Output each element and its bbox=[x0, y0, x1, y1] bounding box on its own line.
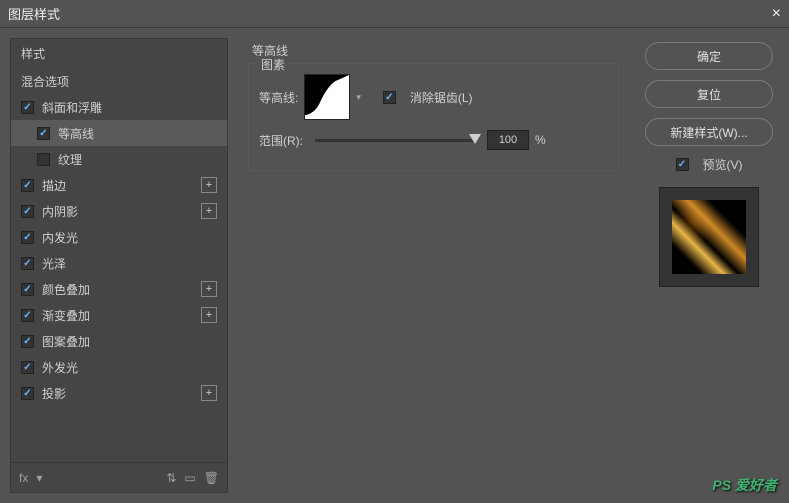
style-row-4[interactable]: 内阴影 + bbox=[11, 198, 227, 224]
trash-icon[interactable]: 🗑 bbox=[204, 471, 219, 485]
range-input[interactable] bbox=[487, 130, 529, 150]
fieldset-legend: 图素 bbox=[257, 56, 289, 73]
style-row-9[interactable]: 图案叠加 bbox=[11, 328, 227, 354]
style-row-8[interactable]: 渐变叠加 + bbox=[11, 302, 227, 328]
contour-chevron-icon[interactable]: ▾ bbox=[356, 92, 361, 103]
style-row-3[interactable]: 描边 + bbox=[11, 172, 227, 198]
blend-options-label: 混合选项 bbox=[21, 73, 69, 90]
elements-fieldset: 图素 等高线: ▾ 消除锯齿(L) 范围(R): % bbox=[248, 63, 619, 171]
preview-box bbox=[659, 187, 759, 287]
style-checkbox[interactable] bbox=[21, 361, 34, 374]
range-label: 范围(R): bbox=[259, 132, 303, 149]
add-effect-button[interactable]: + bbox=[201, 203, 217, 219]
add-effect-button[interactable]: + bbox=[201, 307, 217, 323]
close-icon[interactable]: × bbox=[772, 5, 781, 23]
styles-header: 样式 bbox=[11, 39, 227, 68]
watermark: PS 爱好者 bbox=[712, 475, 777, 495]
style-label: 描边 bbox=[42, 177, 66, 194]
style-row-2[interactable]: 纹理 bbox=[11, 146, 227, 172]
style-label: 光泽 bbox=[42, 255, 66, 272]
style-label: 斜面和浮雕 bbox=[42, 99, 102, 116]
style-checkbox[interactable] bbox=[21, 257, 34, 270]
style-row-6[interactable]: 光泽 bbox=[11, 250, 227, 276]
section-title: 等高线 bbox=[248, 42, 619, 59]
new-style-button[interactable]: 新建样式(W)... bbox=[645, 118, 773, 146]
style-label: 颜色叠加 bbox=[42, 281, 90, 298]
style-row-10[interactable]: 外发光 bbox=[11, 354, 227, 380]
antialias-checkbox[interactable] bbox=[383, 91, 396, 104]
preview-checkbox[interactable] bbox=[676, 158, 689, 171]
style-label: 纹理 bbox=[58, 151, 82, 168]
style-row-7[interactable]: 颜色叠加 + bbox=[11, 276, 227, 302]
center-panel: 等高线 图素 等高线: ▾ 消除锯齿(L) 范围(R): % bbox=[238, 38, 629, 493]
panel-footer: fx ▾ ⇅ ▭ 🗑 bbox=[11, 462, 227, 492]
range-slider[interactable] bbox=[315, 139, 475, 142]
style-label: 内阴影 bbox=[42, 203, 78, 220]
right-panel: 确定 复位 新建样式(W)... 预览(V) bbox=[639, 38, 779, 493]
style-checkbox[interactable] bbox=[21, 387, 34, 400]
style-row-0[interactable]: 斜面和浮雕 bbox=[11, 94, 227, 120]
fx-icon[interactable]: fx bbox=[19, 471, 28, 485]
style-label: 外发光 bbox=[42, 359, 78, 376]
style-label: 内发光 bbox=[42, 229, 78, 246]
antialias-label: 消除锯齿(L) bbox=[410, 89, 473, 106]
cancel-button[interactable]: 复位 bbox=[645, 80, 773, 108]
styles-panel: 样式 混合选项 斜面和浮雕等高线纹理描边 + 内阴影 + 内发光光泽颜色叠加 + 渐变叠加 +… bbox=[10, 38, 228, 493]
style-list: 斜面和浮雕等高线纹理描边 + 内阴影 + 内发光光泽颜色叠加 + 渐变叠加 + 图案叠加外发光投… bbox=[11, 94, 227, 462]
style-checkbox[interactable] bbox=[21, 231, 34, 244]
style-checkbox[interactable] bbox=[21, 101, 34, 114]
style-checkbox[interactable] bbox=[37, 153, 50, 166]
style-checkbox[interactable] bbox=[21, 309, 34, 322]
fx-chevron-icon[interactable]: ▾ bbox=[36, 471, 42, 485]
style-checkbox[interactable] bbox=[21, 335, 34, 348]
preview-swatch bbox=[672, 200, 746, 274]
style-row-5[interactable]: 内发光 bbox=[11, 224, 227, 250]
ok-button[interactable]: 确定 bbox=[645, 42, 773, 70]
preview-label: 预览(V) bbox=[703, 156, 743, 173]
style-label: 投影 bbox=[42, 385, 66, 402]
add-effect-button[interactable]: + bbox=[201, 385, 217, 401]
contour-picker[interactable] bbox=[304, 74, 350, 120]
contour-label: 等高线: bbox=[259, 89, 298, 106]
range-unit: % bbox=[535, 133, 546, 147]
add-effect-button[interactable]: + bbox=[201, 177, 217, 193]
style-checkbox[interactable] bbox=[21, 283, 34, 296]
style-checkbox[interactable] bbox=[37, 127, 50, 140]
page-icon[interactable]: ▭ bbox=[184, 471, 195, 485]
style-row-1[interactable]: 等高线 bbox=[11, 120, 227, 146]
blend-options-row[interactable]: 混合选项 bbox=[11, 68, 227, 94]
style-label: 渐变叠加 bbox=[42, 307, 90, 324]
dialog-title: 图层样式 bbox=[8, 4, 60, 23]
style-row-11[interactable]: 投影 + bbox=[11, 380, 227, 406]
style-checkbox[interactable] bbox=[21, 205, 34, 218]
add-effect-button[interactable]: + bbox=[201, 281, 217, 297]
style-checkbox[interactable] bbox=[21, 179, 34, 192]
style-label: 等高线 bbox=[58, 125, 94, 142]
style-label: 图案叠加 bbox=[42, 333, 90, 350]
arrows-icon[interactable]: ⇅ bbox=[166, 471, 176, 485]
